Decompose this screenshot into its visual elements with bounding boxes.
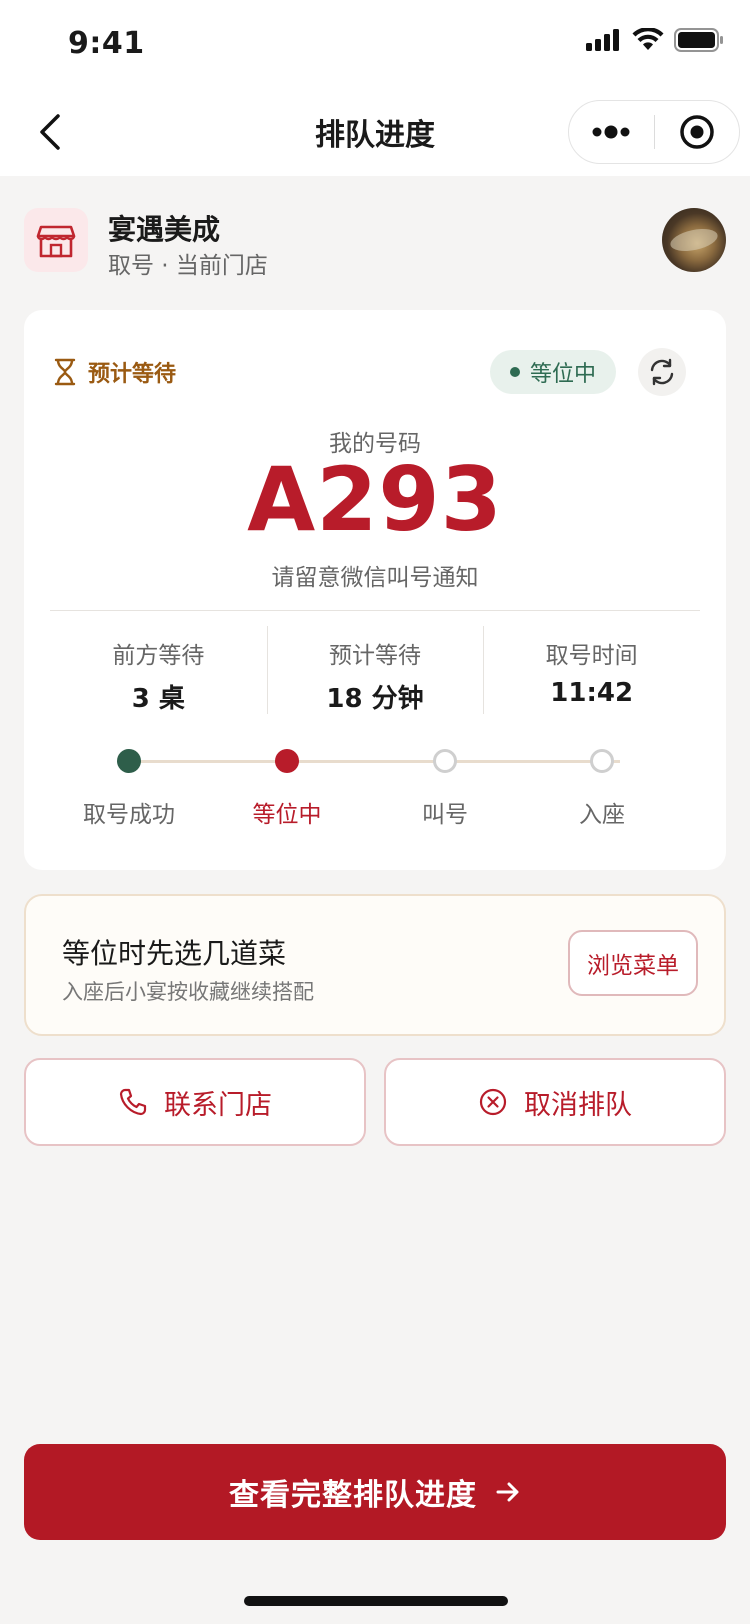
store-header: 宴遇美成 取号 · 当前门店: [24, 206, 726, 279]
step-dot: [433, 749, 457, 773]
step-seated: 入座: [527, 740, 677, 829]
wifi-icon: [632, 28, 664, 50]
menu-suggestion-title: 等位时先选几道菜: [62, 937, 287, 970]
step-called: 叫号: [370, 740, 520, 829]
step-waiting: 等位中: [212, 740, 362, 829]
view-full-progress-label: 查看完整排队进度: [229, 1478, 477, 1513]
status-icons: [586, 28, 724, 52]
more-icon: [592, 125, 630, 139]
stat-value: 11:42: [550, 678, 634, 708]
contact-store-button[interactable]: 联系门店: [24, 1058, 366, 1146]
stat-value: 3 桌: [131, 684, 185, 714]
status-badge-text: 等位中: [529, 362, 596, 387]
stat-ahead: 前方等待 3 桌: [50, 626, 267, 714]
signal-icon: [586, 29, 619, 51]
queue-progress: 取号成功 等位中 叫号 入座: [24, 740, 726, 830]
estimated-wait-text: 预计等待: [88, 362, 177, 387]
nav-bar: 排队进度: [0, 90, 750, 176]
step-taken: 取号成功: [54, 740, 204, 829]
store-subtitle: 取号 · 当前门店: [108, 253, 268, 279]
mini-program-capsule: [568, 100, 740, 164]
stat-ticket-time: 取号时间 11:42: [483, 626, 700, 714]
step-label: 叫号: [422, 802, 468, 828]
home-indicator: [244, 1596, 508, 1606]
phone-icon: [119, 1088, 147, 1116]
close-mini-program-button[interactable]: [655, 101, 740, 163]
menu-suggestion-card: 等位时先选几道菜 入座后小宴按收藏继续搭配 浏览菜单: [24, 894, 726, 1036]
refresh-icon: [650, 358, 674, 386]
arrow-right-icon: [496, 1482, 519, 1502]
stat-label: 前方等待: [112, 643, 205, 669]
store-name: 宴遇美成: [108, 213, 221, 246]
store-logo: [24, 208, 88, 272]
step-label: 取号成功: [83, 802, 175, 828]
stat-estimated-wait: 预计等待 18 分钟: [266, 626, 484, 714]
stat-label: 取号时间: [545, 643, 638, 669]
store-avatar[interactable]: [662, 208, 726, 272]
status-dot: [509, 367, 520, 377]
view-full-progress-button[interactable]: 查看完整排队进度: [24, 1444, 726, 1540]
step-dot: [590, 749, 614, 773]
notice-text: 请留意微信叫号通知: [271, 565, 479, 591]
stat-label: 预计等待: [329, 643, 421, 669]
step-label: 入座: [579, 802, 625, 828]
cancel-queue-button[interactable]: 取消排队: [384, 1058, 726, 1146]
cancel-circle-icon: [479, 1088, 507, 1116]
step-label: 等位中: [252, 802, 322, 828]
status-badge: 等位中: [489, 350, 616, 394]
contact-store-label: 联系门店: [164, 1089, 272, 1121]
browse-menu-button[interactable]: 浏览菜单: [568, 930, 698, 996]
ticket-number: A293: [247, 448, 503, 551]
menu-suggestion-subtitle: 入座后小宴按收藏继续搭配: [62, 980, 314, 1004]
battery-icon: [674, 28, 723, 52]
step-dot: [275, 749, 299, 773]
cancel-queue-label: 取消排队: [524, 1089, 632, 1121]
divider: [50, 610, 700, 611]
hourglass-icon: [54, 358, 76, 386]
store-icon: [36, 225, 76, 258]
queue-stats: 前方等待 3 桌 预计等待 18 分钟 取号时间 11:42: [50, 626, 700, 714]
step-dot: [117, 749, 141, 773]
estimated-wait-label: 预计等待: [54, 356, 176, 388]
status-time: 9:41: [68, 26, 145, 61]
target-icon: [680, 115, 714, 149]
status-bar: 9:41: [0, 0, 750, 90]
refresh-button[interactable]: [638, 348, 686, 396]
stat-value: 18 分钟: [326, 684, 424, 714]
more-button[interactable]: [569, 101, 654, 163]
queue-card: 预计等待 等位中 我的号码 A293 请留意微信叫号通知 前方等待 3 桌 预计…: [24, 310, 726, 870]
